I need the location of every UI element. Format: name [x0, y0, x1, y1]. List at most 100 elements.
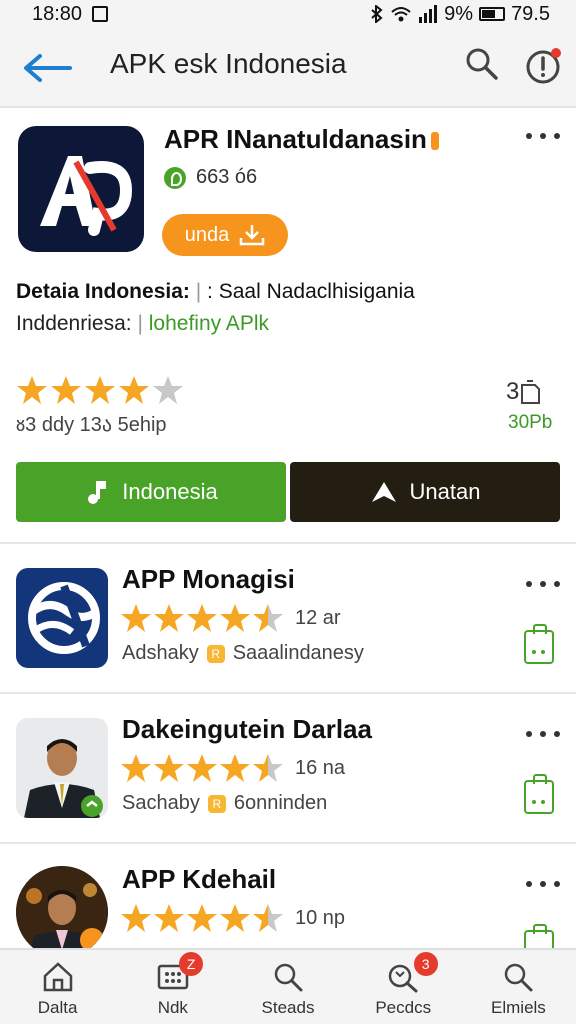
item-title: APP Kdehail [122, 864, 277, 894]
detail-line-2: Inddenriesa: | lohefiny APlk [16, 312, 269, 335]
download-icon[interactable] [524, 624, 554, 664]
nav-item-home[interactable]: Dalta [0, 950, 115, 1024]
wifi-icon [391, 7, 411, 22]
back-button[interactable] [22, 46, 74, 90]
star-half-icon [253, 754, 283, 782]
back-arrow-icon [24, 54, 72, 82]
developer-link[interactable]: lohefiny APlk [149, 312, 269, 335]
category-icon: R [206, 644, 225, 663]
package-icon [521, 380, 541, 404]
install-label: Indonesia [122, 479, 218, 504]
update-label: unda [184, 223, 230, 246]
app-logo [18, 126, 144, 252]
status-time: 18:80 [32, 2, 83, 25]
update-button[interactable]: unda [162, 214, 288, 256]
star-filled-icon [187, 604, 217, 632]
item-rating: 10 np [120, 902, 345, 934]
signal-icon [419, 5, 438, 23]
star-half-icon [253, 904, 283, 932]
status-bar: 18:80 9% 79.5 [0, 0, 576, 28]
item-count: 12 ar [295, 606, 341, 629]
version-text: 663 ó6 [196, 166, 258, 188]
music-note-icon [88, 481, 107, 504]
download-icon[interactable] [524, 774, 554, 814]
item-author: Sachaby [122, 792, 200, 814]
item-author: Adshaky [122, 642, 199, 664]
item-more-button[interactable] [526, 874, 560, 894]
nav-item-updates[interactable]: 3 Pecdcs [346, 950, 461, 1024]
star-filled-icon [220, 904, 250, 932]
star-filled-icon [121, 604, 151, 632]
search-icon [274, 963, 303, 992]
star-filled-icon [121, 754, 151, 782]
home-icon [43, 962, 72, 992]
nav-label: Ndk [157, 998, 188, 1017]
rating-text: ᴕ3 ddy 13ა 5ehip [16, 414, 167, 436]
app-icon [16, 866, 108, 958]
star-half-icon [253, 604, 283, 632]
version-row: 663 ó6 [164, 166, 257, 189]
item-more-button[interactable] [526, 724, 560, 744]
alert-button[interactable] [524, 46, 564, 86]
search-icon [466, 48, 498, 80]
item-rating: 12 ar [120, 602, 341, 634]
star-filled-icon [187, 754, 217, 782]
app-bar: APK esk Indonesia [0, 28, 576, 108]
notification-badge: Z [179, 952, 204, 976]
item-meta: Sachaby R 6onninden [122, 792, 327, 815]
nav-label: Pecdcs [375, 998, 432, 1017]
nav-label: Dalta [37, 998, 78, 1017]
item-rating: 16 na [120, 752, 345, 784]
nav-label: Elmiels [491, 998, 546, 1017]
nav-item-profile[interactable]: Elmiels [461, 950, 576, 1024]
rating-stars [16, 374, 184, 406]
nav-label: Steads [261, 998, 315, 1017]
bottom-navigation: Dalta Z Ndk Steads 3 Pecdcs Elmiels [0, 948, 576, 1024]
list-item[interactable]: Dakeingutein Darlaa 16 na Sachaby R 6onn… [0, 694, 576, 844]
item-title: APP Monagisi [122, 564, 295, 594]
app-name: APR INanatuldanasin [164, 124, 439, 155]
ap-logo-icon [40, 156, 133, 236]
star-filled-icon [154, 904, 184, 932]
size-indicator: 3 [506, 376, 552, 408]
search-icon [505, 963, 533, 992]
download-icon [240, 225, 265, 246]
install-button[interactable]: Indonesia [16, 462, 286, 522]
star-filled-icon [187, 904, 217, 932]
verified-icon [164, 166, 186, 189]
star-filled-icon [121, 904, 151, 932]
detail-line-1: Detaia Indonesia: | : Saal Nadaclhisigan… [16, 280, 415, 303]
star-filled-icon [220, 754, 250, 782]
notification-badge: 3 [413, 952, 438, 976]
category-icon: R [207, 794, 226, 813]
star-filled-icon [85, 376, 115, 404]
bluetooth-icon [371, 5, 383, 23]
send-icon [371, 482, 396, 502]
app-detail-card: APR INanatuldanasin 663 ó6 unda Detaia I… [0, 110, 576, 542]
star-empty-icon [153, 376, 183, 404]
status-extra: 79.5 [511, 2, 550, 25]
share-button[interactable]: Unatan [290, 462, 560, 522]
app-icon [16, 718, 108, 818]
more-options-button[interactable] [526, 126, 560, 146]
nav-item-grid[interactable]: Z Ndk [115, 950, 230, 1024]
list-item[interactable]: APP Monagisi 12 ar Adshaky R Saaalindane… [0, 544, 576, 694]
item-count: 10 np [295, 906, 346, 929]
item-meta: Adshaky R Saaalindanesy [122, 642, 364, 665]
notification-icon [92, 6, 109, 22]
item-more-button[interactable] [526, 574, 560, 594]
item-category: Saaalindanesy [232, 642, 364, 664]
battery-icon [479, 7, 506, 21]
battery-percent: 9% [444, 2, 474, 25]
page-title: APK esk Indonesia [110, 48, 347, 79]
star-filled-icon [17, 376, 47, 404]
star-filled-icon [220, 604, 250, 632]
size-label: 30Pb [508, 412, 553, 433]
item-title: Dakeingutein Darlaa [122, 714, 372, 744]
star-filled-icon [51, 376, 81, 404]
alert-icon [526, 48, 561, 84]
nav-item-search[interactable]: Steads [230, 950, 345, 1024]
app-icon [16, 568, 108, 668]
item-category: 6onninden [233, 792, 328, 814]
search-button[interactable] [464, 46, 502, 86]
